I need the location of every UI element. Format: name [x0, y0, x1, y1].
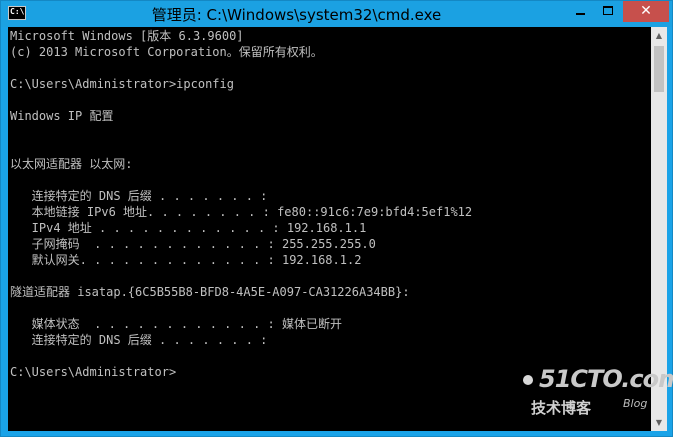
console-line: 连接特定的 DNS 后缀 . . . . . . . : [10, 189, 268, 203]
console-line: Windows IP 配置 [10, 109, 114, 123]
console-line: 默认网关. . . . . . . . . . . . . : 192.168.… [10, 253, 362, 267]
console-line: (c) 2013 Microsoft Corporation。保留所有权利。 [10, 45, 323, 59]
maximize-button[interactable] [595, 1, 622, 22]
console-line: 本地链接 IPv6 地址. . . . . . . . : fe80::91c6… [10, 205, 473, 219]
console-line: 媒体状态 . . . . . . . . . . . . : 媒体已断开 [10, 317, 342, 331]
console-line: IPv4 地址 . . . . . . . . . . . . : 192.16… [10, 221, 367, 235]
watermark-subtitle: 技术博客 [531, 399, 592, 417]
title-bar[interactable]: C:\ 管理员: C:\Windows\system32\cmd.exe ✕ [1, 1, 672, 27]
cmd-window: C:\ 管理员: C:\Windows\system32\cmd.exe ✕ M… [0, 0, 673, 437]
console-line: Microsoft Windows [版本 6.3.9600] [10, 29, 244, 43]
console-line: 子网掩码 . . . . . . . . . . . . : 255.255.2… [10, 237, 376, 251]
close-button[interactable]: ✕ [623, 1, 669, 22]
minimize-button[interactable] [567, 1, 594, 22]
maximize-icon [603, 6, 613, 15]
watermark-logo: 51CTO.com [539, 365, 673, 393]
close-icon: ✕ [640, 3, 652, 19]
minimize-icon [576, 13, 585, 15]
console-line: C:\Users\Administrator>ipconfig [10, 77, 234, 91]
console-line: 连接特定的 DNS 后缀 . . . . . . . : [10, 333, 268, 347]
console-line: 隧道适配器 isatap.{6C5B55B8-BFD8-4A5E-A097-CA… [10, 285, 410, 299]
watermark: 51CTO.com 技术博客 Blog [521, 365, 673, 425]
console-line: C:\Users\Administrator> [10, 365, 177, 379]
scrollbar-thumb[interactable] [654, 46, 664, 92]
watermark-blog: Blog [623, 397, 648, 410]
watermark-dot-icon [523, 375, 533, 385]
scroll-up-arrow-icon[interactable]: ▲ [651, 27, 667, 44]
console-line: 以太网适配器 以太网: [10, 157, 133, 171]
